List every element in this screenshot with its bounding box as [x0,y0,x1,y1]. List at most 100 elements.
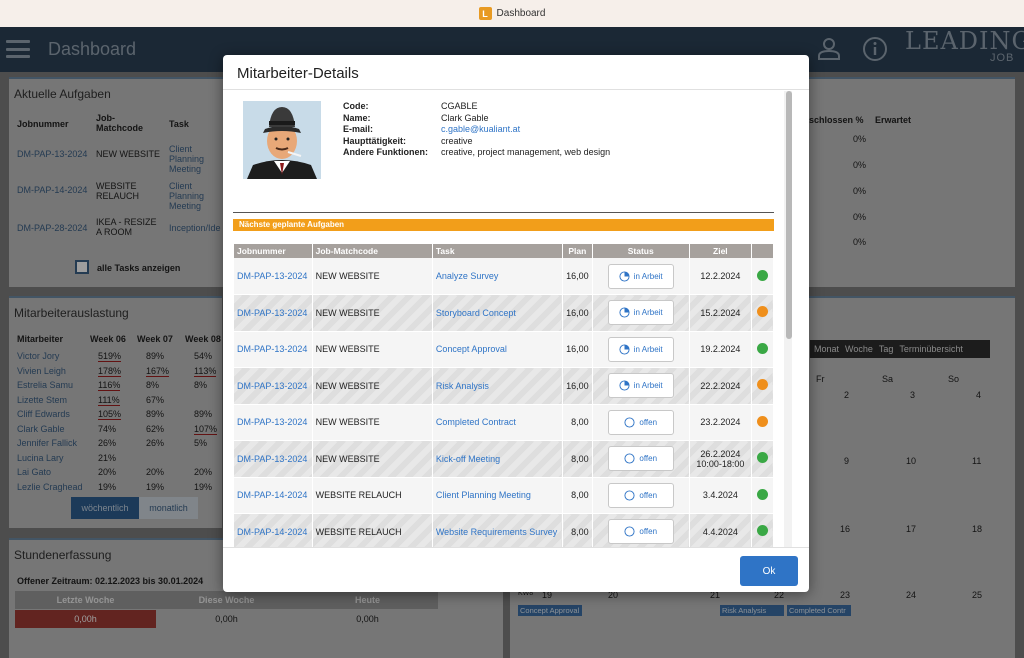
matchcode-cell: WEBSITE RELAUCH [312,477,433,514]
task-cell[interactable]: Client Planning Meeting [432,477,564,514]
job-number-cell[interactable]: DM-PAP-13-2024 [234,331,313,368]
status-indicator-icon [756,525,768,537]
info-label: Andere Funktionen: [343,147,428,157]
status-button[interactable]: in Arbeit [607,336,674,362]
modal-body: Code: CGABLE Name: Clark Gable E-mail: c.ga… [233,95,789,547]
scrollbar-thumb[interactable] [786,91,792,339]
indicator-cell [751,258,775,295]
job-number-cell[interactable]: DM-PAP-14-2024 [234,513,313,547]
status-indicator-icon [756,415,768,427]
indicator-cell [751,331,775,368]
status-button[interactable]: offen [607,446,674,472]
info-label: E-mail: [343,124,374,134]
plan-cell: 8,00 [562,404,593,441]
in-progress-icon [619,270,630,282]
plan-cell: 16,00 [562,258,593,295]
indicator-cell [751,477,775,514]
planned-tasks-table: Jobnummer Job-Matchcode Task Plan Status… [234,244,775,547]
open-status-icon [624,490,635,501]
table-row: DM-PAP-13-2024 NEW WEBSITE Completed Contr… [234,404,775,441]
target-date-cell: 15.2.2024 [689,294,752,332]
task-cell[interactable]: Risk Analysis [432,367,564,405]
status-button[interactable]: offen [607,482,674,508]
in-progress-icon [619,344,630,355]
task-cell[interactable]: Storyboard Concept [432,294,564,332]
status-indicator-icon [756,306,768,318]
matchcode-cell: NEW WEBSITE [312,294,433,332]
matchcode-cell: NEW WEBSITE [312,258,433,295]
target-date-cell: 22.2.2024 [689,367,752,405]
indicator-cell [751,367,775,405]
task-cell[interactable]: Completed Contract [432,404,564,441]
table-row: DM-PAP-14-2024 WEBSITE RELAUCH Website Req… [234,513,775,547]
task-cell[interactable]: Website Requirements Survey [432,513,564,547]
target-date-cell: 4.4.2024 [689,513,752,547]
section-title: Nächste geplante Aufgaben [233,219,774,231]
target-date-cell: 26.2.2024 10:00-18:00 [689,440,752,478]
col-header: Ziel [689,244,752,258]
open-status-icon [624,417,635,428]
status-button[interactable]: in Arbeit [607,263,674,289]
col-header: Plan [562,244,593,258]
matchcode-cell: NEW WEBSITE [312,367,433,405]
in-progress-icon [619,307,630,318]
matchcode-cell: NEW WEBSITE [312,331,433,368]
job-number-cell[interactable]: DM-PAP-13-2024 [234,440,313,478]
status-button[interactable]: offen [607,519,674,545]
table-row: DM-PAP-13-2024 NEW WEBSITE Concept Approva… [234,331,775,368]
status-button[interactable]: in Arbeit [607,373,674,399]
status-cell: in Arbeit [592,294,690,332]
indicator-cell [751,404,775,441]
table-row: DM-PAP-13-2024 NEW WEBSITE Risk Analysis 16… [234,367,775,405]
status-label: in Arbeit [633,308,663,318]
table-row: DM-PAP-13-2024 NEW WEBSITE Analyze Survey 1… [234,258,775,295]
status-label: offen [639,527,658,537]
col-header: Job-Matchcode [312,244,433,258]
status-label: offen [639,454,658,464]
job-number-cell[interactable]: DM-PAP-13-2024 [234,258,313,295]
status-indicator-icon [756,269,768,281]
indicator-cell [751,294,775,332]
status-label: offen [639,417,658,427]
status-cell: offen [592,477,690,514]
matchcode-cell: NEW WEBSITE [312,404,433,441]
status-label: offen [639,490,658,500]
status-indicator-icon [756,379,768,391]
info-value: creative, project management, web design [441,147,611,157]
matchcode-cell: WEBSITE RELAUCH [312,513,433,547]
employee-details-modal: Mitarbeiter-Details Code: CGABLE Name: Cla… [223,55,809,592]
app-icon: L [478,7,492,20]
status-button[interactable]: in Arbeit [607,300,674,326]
col-header: Task [432,244,564,258]
job-number-cell[interactable]: DM-PAP-14-2024 [234,477,313,514]
status-cell: in Arbeit [592,258,690,295]
info-label: Name: [343,112,371,123]
status-cell: in Arbeit [592,367,690,405]
job-number-cell[interactable]: DM-PAP-13-2024 [234,404,313,441]
status-cell: offen [592,513,690,547]
employee-info: Code: CGABLE Name: Clark Gable E-mail: c.ga… [343,101,610,159]
in-progress-icon [619,380,630,391]
divider [223,547,809,548]
target-date-cell: 23.2.2024 [689,404,752,441]
plan-cell: 16,00 [562,367,593,405]
status-label: in Arbeit [633,344,663,354]
table-row: DM-PAP-13-2024 NEW WEBSITE Kick-off Meetin… [234,440,775,478]
task-cell[interactable]: Concept Approval [432,331,564,368]
job-number-cell[interactable]: DM-PAP-13-2024 [234,367,313,405]
status-cell: offen [592,440,690,478]
status-cell: in Arbeit [592,331,690,368]
ok-button[interactable]: Ok [740,556,798,586]
status-cell: offen [592,404,690,441]
job-number-cell[interactable]: DM-PAP-13-2024 [234,294,313,332]
info-label: Code: [343,101,369,111]
status-label: in Arbeit [633,381,663,391]
status-button[interactable]: offen [607,409,674,435]
task-cell[interactable]: Kick-off Meeting [432,440,564,478]
target-date-cell: 19.2.2024 [689,331,752,368]
indicator-cell [751,440,775,478]
info-value: Clark Gable [441,112,489,123]
plan-cell: 16,00 [562,331,593,368]
task-cell[interactable]: Analyze Survey [432,258,564,295]
email-link[interactable]: c.gable@kualiant.at [441,124,520,136]
